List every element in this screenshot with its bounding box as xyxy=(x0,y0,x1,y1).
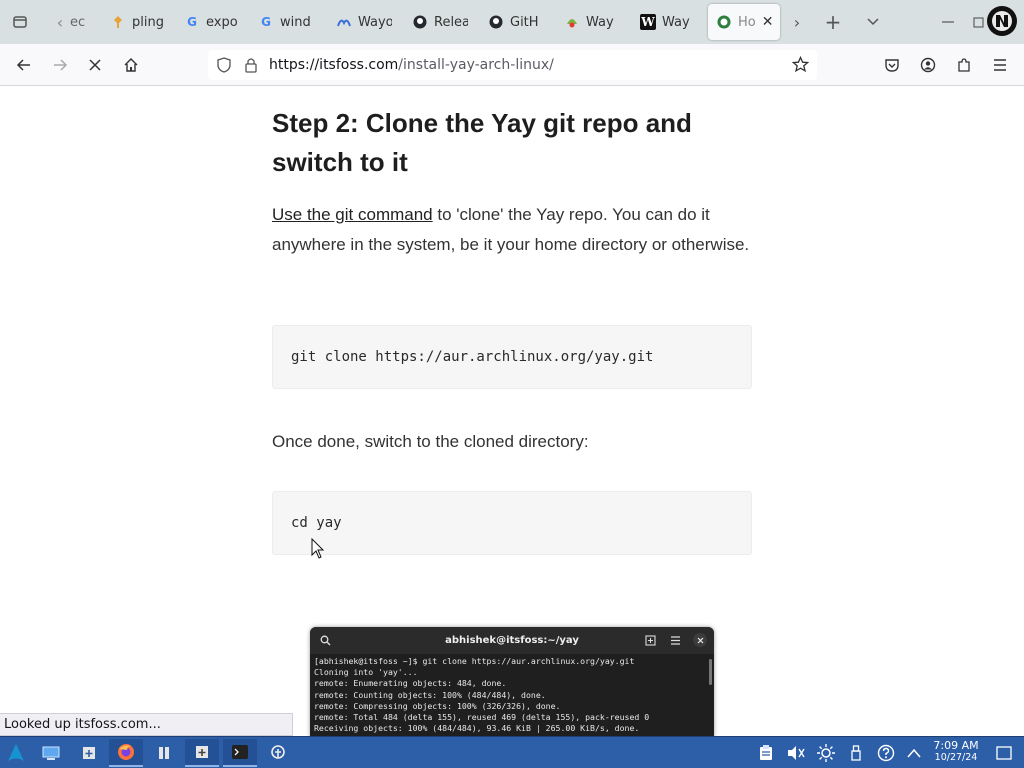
tab-5[interactable]: Relea xyxy=(412,4,468,40)
taskbar: 7:09 AM 10/27/24 xyxy=(0,736,1024,768)
terminal-icon[interactable] xyxy=(223,739,257,767)
tab-6[interactable]: GitH xyxy=(488,4,544,40)
terminal-title: abhishek@itsfoss:~/yay xyxy=(445,635,579,646)
list-all-tabs-icon[interactable] xyxy=(861,10,885,34)
terminal-line: [abhishek@itsfoss ~]$ git clone https://… xyxy=(314,656,635,666)
firefox-icon[interactable] xyxy=(109,739,143,767)
tab-3[interactable]: G wind xyxy=(258,4,314,40)
tab-title: expo xyxy=(206,14,238,30)
usb-device-icon[interactable] xyxy=(846,743,866,763)
scroll-tabs-right-icon[interactable]: › xyxy=(785,10,809,34)
tracking-protection-icon[interactable] xyxy=(216,57,232,77)
itsfoss-icon xyxy=(716,14,732,30)
github-icon xyxy=(412,14,428,30)
article-paragraph: Once done, switch to the cloned director… xyxy=(272,432,589,451)
pocket-icon[interactable] xyxy=(879,52,905,78)
tab-1[interactable]: pling xyxy=(110,4,166,40)
github-icon xyxy=(488,14,504,30)
tab-bar: ‹ ec pling G expo G wind Wayo Relea GitH… xyxy=(0,0,1024,44)
account-icon[interactable] xyxy=(915,52,941,78)
show-desktop-icon[interactable] xyxy=(34,739,68,767)
section-heading: Step 2: Clone the Yay git repo and switc… xyxy=(272,108,692,177)
tab-title: wind xyxy=(280,14,311,30)
tab-title: Way xyxy=(662,14,690,30)
tab-title: pling xyxy=(132,14,164,30)
tab-title: Relea xyxy=(434,14,468,30)
menu-icon[interactable] xyxy=(987,52,1013,78)
close-icon[interactable] xyxy=(693,633,707,647)
wayland-icon xyxy=(564,14,580,30)
code-block: git clone https://aur.archlinux.org/yay.… xyxy=(272,325,752,389)
terminal-line: remote: Total 484 (delta 155), reused 46… xyxy=(314,712,650,723)
tray-expand-icon[interactable] xyxy=(904,743,924,763)
book-reader-icon[interactable] xyxy=(147,739,181,767)
clipboard-icon[interactable] xyxy=(756,743,776,763)
terminal-scrollbar[interactable] xyxy=(709,659,712,685)
terminal-output[interactable]: [abhishek@itsfoss ~]$ git clone https://… xyxy=(310,654,714,736)
menu-icon[interactable] xyxy=(668,633,682,647)
tab-title: GitH xyxy=(510,14,539,30)
terminal-line: remote: Enumerating objects: 484, done. xyxy=(314,678,507,689)
forward-button[interactable] xyxy=(47,52,73,78)
article-paragraph: Use the git command to 'clone' the Yay r… xyxy=(272,200,752,260)
new-tab-icon[interactable]: + xyxy=(821,10,845,34)
tab-2[interactable]: G expo xyxy=(184,4,240,40)
status-panel: Looked up itsfoss.com... xyxy=(0,713,293,736)
close-tab-icon[interactable]: ✕ xyxy=(762,14,774,30)
terminal-titlebar[interactable]: abhishek@itsfoss:~/yay xyxy=(310,627,714,654)
tab-title: Wayo xyxy=(358,14,392,30)
code-text[interactable]: cd yay xyxy=(291,515,342,531)
lock-icon[interactable] xyxy=(244,57,258,77)
code-block: cd yay xyxy=(272,491,752,555)
firefox-view-icon[interactable] xyxy=(8,10,32,34)
url-path: /install-yay-arch-linux/ xyxy=(398,57,554,73)
start-menu-icon[interactable] xyxy=(0,739,32,767)
terminal-line: remote: Counting objects: 100% (484/484)… xyxy=(314,689,546,700)
code-text[interactable]: git clone https://aur.archlinux.org/yay.… xyxy=(291,349,653,365)
wayland-icon xyxy=(336,14,352,30)
git-command-link[interactable]: Use the git command xyxy=(272,205,433,224)
stop-loading-button[interactable] xyxy=(82,52,108,78)
tab-title: Way xyxy=(586,14,614,30)
terminal-line: Cloning into 'yay'... xyxy=(314,667,418,678)
back-button[interactable] xyxy=(11,52,37,78)
file-manager-icon[interactable] xyxy=(72,739,106,767)
terminal-line: Receiving objects: 100% (484/484), 93.46… xyxy=(314,723,640,734)
new-tab-icon[interactable] xyxy=(643,633,657,647)
brightness-icon[interactable] xyxy=(816,743,836,763)
home-button[interactable] xyxy=(118,52,144,78)
app-logo-icon[interactable] xyxy=(987,6,1017,36)
clock[interactable]: 7:09 AM 10/27/24 xyxy=(928,740,984,764)
tab-8[interactable]: W Way xyxy=(640,4,696,40)
extensions-icon[interactable] xyxy=(951,52,977,78)
google-icon: G xyxy=(261,15,271,29)
terminal-window[interactable]: abhishek@itsfoss:~/yay [abhishek@itsfoss… xyxy=(310,627,714,737)
clock-date: 10/27/24 xyxy=(934,752,978,763)
text-editor-icon[interactable] xyxy=(185,739,219,767)
address-bar[interactable]: https://itsfoss.com/install-yay-arch-lin… xyxy=(208,50,817,80)
mouse-cursor-icon xyxy=(311,538,325,559)
tab-title: Ho xyxy=(738,14,756,30)
notifications-icon[interactable] xyxy=(994,743,1014,763)
search-icon[interactable] xyxy=(318,633,332,647)
bookmark-star-icon[interactable] xyxy=(791,55,810,77)
url-text[interactable]: https://itsfoss.com/install-yay-arch-lin… xyxy=(269,57,554,73)
help-icon[interactable] xyxy=(876,743,896,763)
url-host: https://itsfoss.com xyxy=(269,57,399,73)
app-store-icon[interactable] xyxy=(261,739,295,767)
tab-title: ec xyxy=(70,14,86,30)
terminal-line: remote: Compressing objects: 100% (326/3… xyxy=(314,700,561,711)
wikipedia-icon: W xyxy=(640,14,656,30)
minimize-icon[interactable] xyxy=(936,10,960,34)
navigation-toolbar: https://itsfoss.com/install-yay-arch-lin… xyxy=(0,44,1024,86)
tab-0[interactable]: ec xyxy=(70,4,92,40)
volume-muted-icon[interactable] xyxy=(786,743,806,763)
clock-time: 7:09 AM xyxy=(933,739,979,752)
tab-4[interactable]: Wayo xyxy=(336,4,392,40)
google-icon: G xyxy=(187,15,197,29)
tab-active[interactable]: Ho ✕ xyxy=(708,4,780,40)
tab-7[interactable]: Way xyxy=(564,4,620,40)
pling-icon xyxy=(110,14,126,30)
scroll-tabs-left-icon[interactable]: ‹ xyxy=(48,10,72,34)
